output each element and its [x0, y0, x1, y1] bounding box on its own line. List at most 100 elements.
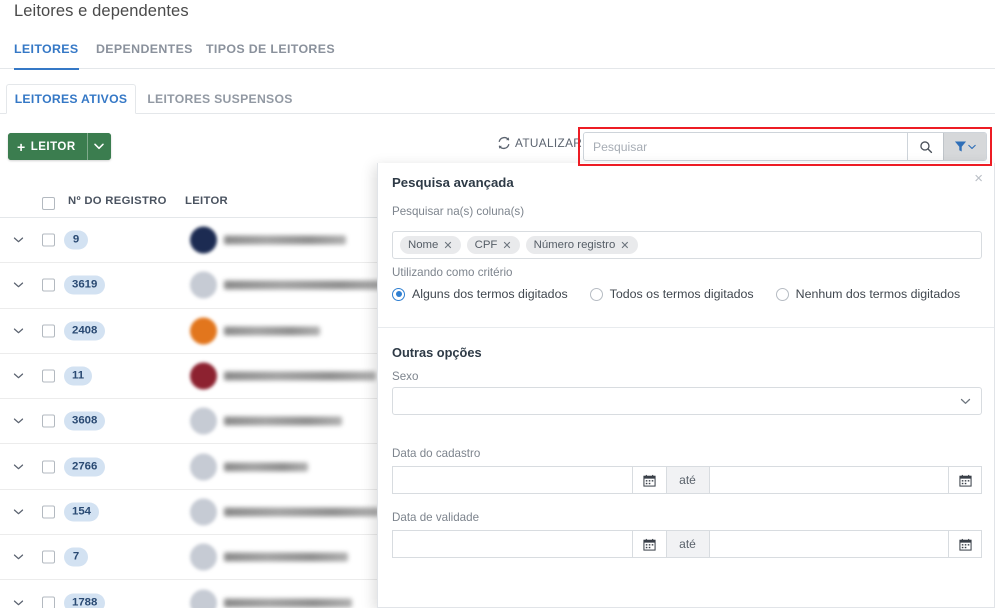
refresh-button[interactable]: ATUALIZAR — [497, 136, 582, 150]
calendar-icon[interactable] — [631, 466, 666, 494]
table-row[interactable]: 1788 — [0, 580, 380, 608]
table-row[interactable]: 2408 — [0, 309, 380, 354]
table-row[interactable]: 7 — [0, 535, 380, 581]
criteria-radio-label: Nenhum dos termos digitados — [795, 287, 961, 301]
add-leitor-button[interactable]: + LEITOR — [8, 133, 111, 160]
row-checkbox[interactable] — [42, 278, 55, 292]
column-chip[interactable]: Nome ✕ — [400, 236, 461, 254]
calendar-icon[interactable] — [948, 530, 982, 558]
table-row[interactable]: 3619 — [0, 263, 390, 309]
criteria-radio-group: Alguns dos termos digitados Todos os term… — [392, 287, 960, 301]
close-icon[interactable]: ✕ — [443, 239, 452, 252]
row-expand-icon[interactable] — [13, 237, 24, 244]
row-checkbox[interactable] — [42, 505, 55, 519]
close-icon[interactable]: ✕ — [502, 239, 511, 252]
radio-icon[interactable] — [775, 287, 789, 301]
row-expand-icon[interactable] — [13, 327, 24, 334]
column-header-registro[interactable]: Nº DO REGISTRO — [68, 195, 167, 207]
avatar — [190, 271, 217, 299]
leitor-name-redacted — [224, 280, 390, 290]
range-separator-validade: até — [665, 530, 709, 558]
criteria-radio-label: Alguns dos termos digitados — [412, 287, 568, 301]
sexo-field-label: Sexo — [392, 370, 419, 383]
row-checkbox[interactable] — [42, 414, 55, 428]
other-options-title: Outras opções — [392, 345, 482, 360]
column-chip[interactable]: Número registro ✕ — [525, 236, 638, 254]
row-checkbox[interactable] — [42, 324, 55, 338]
registro-badge: 3608 — [64, 411, 106, 431]
row-expand-icon[interactable] — [13, 554, 24, 561]
criteria-radio-2[interactable]: Nenhum dos termos digitados — [775, 287, 961, 301]
tab-leitores-ativos[interactable]: LEITORES ATIVOS — [6, 84, 136, 114]
data-cadastro-range: até — [392, 466, 982, 494]
data-cadastro-from-input[interactable] — [392, 466, 632, 494]
table-row[interactable]: 9 — [0, 218, 380, 264]
column-chip-label: CPF — [474, 239, 498, 251]
tab-leitores[interactable]: LEITORES — [14, 38, 79, 70]
row-checkbox[interactable] — [42, 369, 55, 383]
row-expand-icon[interactable] — [13, 282, 24, 289]
table-header: Nº DO REGISTRO LEITOR — [0, 190, 380, 218]
add-leitor-dropdown-button[interactable] — [86, 133, 111, 160]
search-columns-field[interactable]: Nome ✕ CPF ✕ Número registro ✕ — [392, 231, 982, 259]
table-row[interactable]: 154 — [0, 490, 380, 536]
avatar — [190, 453, 217, 481]
select-all-checkbox[interactable] — [42, 197, 55, 210]
row-checkbox[interactable] — [42, 460, 55, 474]
criteria-radio-0[interactable]: Alguns dos termos digitados — [392, 287, 568, 301]
chevron-down-icon — [94, 143, 104, 150]
row-checkbox[interactable] — [42, 550, 55, 564]
filter-funnel-icon — [954, 140, 967, 153]
refresh-label: ATUALIZAR — [515, 136, 583, 150]
row-expand-icon[interactable] — [13, 599, 24, 606]
tab-dependentes[interactable]: DEPENDENTES — [96, 38, 193, 69]
registro-badge: 2408 — [64, 321, 106, 341]
advanced-search-panel: Pesquisa avançada × Pesquisar na(s) colu… — [377, 163, 995, 608]
table-row[interactable]: 2766 — [0, 444, 380, 490]
data-cadastro-label: Data do cadastro — [392, 447, 481, 460]
row-expand-icon[interactable] — [13, 418, 24, 425]
registro-badge: 3619 — [64, 275, 106, 295]
radio-icon[interactable] — [589, 287, 603, 301]
row-checkbox[interactable] — [42, 233, 55, 247]
advanced-filter-toggle-button[interactable] — [943, 133, 986, 160]
criteria-field-label: Utilizando como critério — [392, 266, 513, 279]
tab-leitores-suspensos[interactable]: LEITORES SUSPENSOS — [140, 84, 300, 114]
column-chip[interactable]: CPF ✕ — [466, 236, 520, 254]
tab-tipos-de-leitores[interactable]: TIPOS DE LEITORES — [206, 38, 335, 69]
data-cadastro-to-input[interactable] — [708, 466, 948, 494]
calendar-icon[interactable] — [631, 530, 666, 558]
search-input[interactable] — [584, 133, 907, 160]
column-header-leitor[interactable]: LEITOR — [185, 195, 228, 207]
radio-icon[interactable] — [392, 287, 405, 301]
avatar — [190, 407, 217, 435]
close-icon[interactable]: × — [974, 171, 983, 186]
chevron-down-icon — [960, 398, 971, 405]
row-expand-icon[interactable] — [13, 508, 24, 515]
registro-badge: 2766 — [64, 457, 106, 477]
leitor-name-redacted — [224, 462, 308, 472]
row-checkbox[interactable] — [42, 596, 55, 608]
data-validade-to-input[interactable] — [708, 530, 948, 558]
leitor-name-redacted — [224, 371, 376, 381]
sexo-select[interactable] — [392, 387, 982, 415]
registro-badge: 9 — [64, 230, 88, 250]
range-separator-cadastro: até — [665, 466, 709, 494]
table-row[interactable]: 3608 — [0, 399, 380, 445]
column-chip-label: Nome — [408, 239, 439, 251]
calendar-icon[interactable] — [948, 466, 982, 494]
row-expand-icon[interactable] — [13, 373, 24, 380]
search-submit-button[interactable] — [907, 133, 943, 160]
criteria-radio-1[interactable]: Todos os termos digitados — [589, 287, 754, 301]
close-icon[interactable]: ✕ — [620, 239, 629, 252]
registro-badge: 1788 — [64, 593, 106, 608]
add-leitor-label[interactable]: + LEITOR — [8, 133, 87, 160]
row-expand-icon[interactable] — [13, 463, 24, 470]
leitor-name-redacted — [224, 507, 380, 517]
avatar — [190, 362, 217, 390]
table-row[interactable]: 11 — [0, 354, 380, 400]
registro-badge: 154 — [64, 502, 100, 522]
data-validade-from-input[interactable] — [392, 530, 632, 558]
columns-field-label: Pesquisar na(s) coluna(s) — [392, 205, 525, 218]
refresh-icon — [497, 136, 511, 150]
